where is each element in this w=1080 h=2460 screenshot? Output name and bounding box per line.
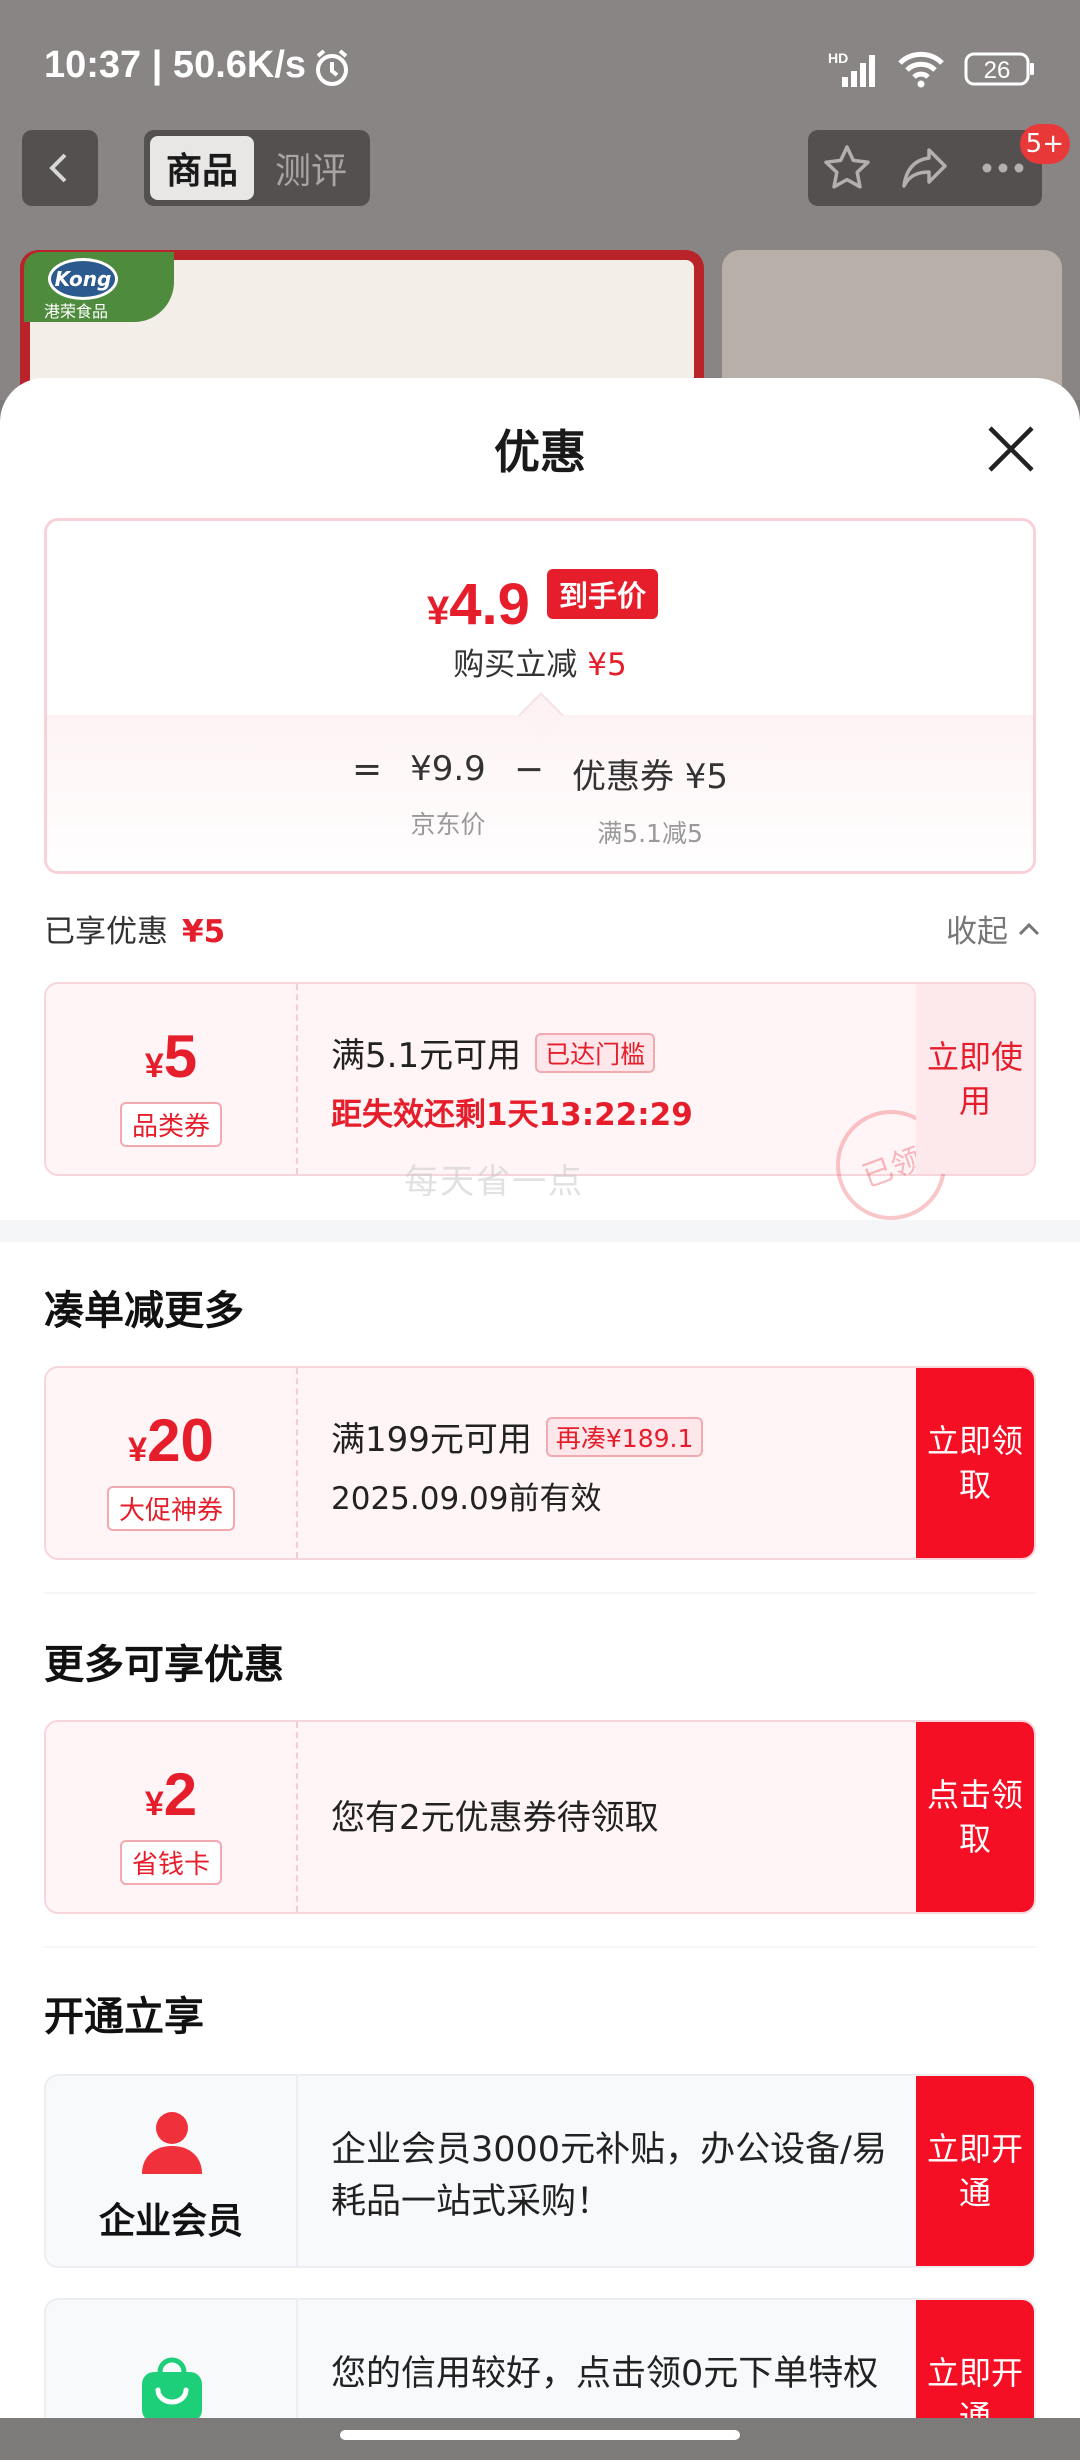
coupon-details: 满5.1元可用 已达门槛 距失效还剩1天13:22:29 bbox=[331, 1028, 904, 1134]
watermark: 每天省一点 bbox=[404, 1162, 584, 1202]
coupon-amount-value: 5 bbox=[163, 1023, 198, 1090]
sheet-title: 优惠 bbox=[494, 425, 586, 479]
tab-switcher: 商品 测评 bbox=[144, 130, 370, 206]
brand-name: 港荣食品 bbox=[44, 302, 109, 321]
tab-product[interactable]: 商品 bbox=[150, 136, 254, 200]
coupon-condition: 满5.1元可用 bbox=[331, 1036, 522, 1076]
share-icon[interactable] bbox=[899, 142, 951, 194]
status-bar: 10:37 | 50.6K/s HD 26 bbox=[0, 0, 1080, 130]
coupon-amount-value: 20 bbox=[147, 1407, 214, 1474]
enjoyed-discount: 已享优惠 ¥5 bbox=[44, 906, 225, 951]
coupon-type: 品类券 bbox=[119, 1102, 223, 1147]
chevron-up-icon bbox=[1018, 922, 1040, 935]
reduce-label: 购买立减 bbox=[453, 647, 578, 683]
shopping-bag-icon bbox=[142, 2357, 202, 2418]
top-navigation: 商品 测评 5+ bbox=[0, 124, 1080, 210]
reduce-line: 购买立减 ¥5 bbox=[47, 639, 1033, 684]
coupon-amount: ¥2 bbox=[46, 1760, 296, 1829]
gap-chip: 再凑¥189.1 bbox=[545, 1416, 704, 1457]
section-title-open-enjoy: 开通立享 bbox=[44, 1994, 204, 2040]
open-now-button[interactable]: 立即开通 bbox=[916, 2076, 1034, 2266]
notification-badge: 5+ bbox=[1019, 124, 1070, 164]
jd-price: ¥9.9 bbox=[410, 749, 486, 789]
star-icon[interactable] bbox=[821, 142, 873, 194]
status-icons: HD 26 bbox=[828, 44, 1036, 94]
network-label: HD bbox=[828, 50, 848, 66]
section-title-more-savings: 凑单减更多 bbox=[44, 1288, 244, 1334]
coupon-value-block: ¥2 省钱卡 bbox=[46, 1722, 298, 1912]
battery-icon: 26 bbox=[964, 52, 1034, 86]
battery-level: 26 bbox=[984, 57, 1011, 84]
alarm-icon bbox=[316, 49, 348, 86]
section-divider bbox=[0, 1220, 1080, 1242]
credit-description: 您的信用较好，点击领0元下单特权 bbox=[331, 2354, 879, 2394]
price-formula: = ¥9.9 京东价 − 优惠券 ¥5 满5.1减5 bbox=[47, 749, 1033, 850]
tab-review[interactable]: 测评 bbox=[258, 136, 364, 200]
home-indicator[interactable] bbox=[340, 2430, 740, 2440]
currency-symbol: ¥ bbox=[427, 589, 450, 633]
coupon-rule: 满5.1减5 bbox=[597, 819, 703, 848]
promo-coupon: ¥20 大促神券 满199元可用 再凑¥189.1 2025.09.09前有效 … bbox=[44, 1366, 1036, 1560]
coupon-amount: ¥20 bbox=[46, 1406, 296, 1475]
coupon-value-block: ¥5 品类券 bbox=[46, 984, 298, 1174]
coupon-deduction: 优惠券 ¥5 bbox=[571, 757, 729, 797]
use-now-button[interactable]: 立即使用 bbox=[916, 984, 1034, 1174]
back-button[interactable] bbox=[22, 130, 98, 206]
close-icon[interactable] bbox=[984, 422, 1038, 476]
coupon-type: 省钱卡 bbox=[119, 1840, 223, 1885]
coupon-details: 您有2元优惠券待领取 bbox=[331, 1790, 904, 1839]
claimed-coupon: ¥5 品类券 满5.1元可用 已达门槛 距失效还剩1天13:22:29 已领 立… bbox=[44, 982, 1036, 1236]
reduce-value: ¥5 bbox=[587, 647, 627, 683]
price-breakdown-card: ¥4.9 到手价 购买立减 ¥5 = ¥9.9 京东价 − 优惠券 ¥5 满5.1… bbox=[44, 518, 1036, 874]
coupon-details: 满199元可用 再凑¥189.1 2025.09.09前有效 bbox=[331, 1412, 904, 1518]
enterprise-member-card: 企业会员 企业会员3000元补贴，办公设备/易耗品一站式采购！ 立即开通 bbox=[44, 2074, 1036, 2268]
member-description: 企业会员3000元补贴，办公设备/易耗品一站式采购！ bbox=[331, 2130, 887, 2222]
credit-privilege-card: 您的信用较好，点击领0元下单特权 立即开通 bbox=[44, 2298, 1036, 2418]
currency-symbol: ¥ bbox=[144, 1785, 164, 1823]
threshold-chip: 已达门槛 bbox=[535, 1032, 656, 1073]
wifi-icon bbox=[898, 51, 944, 88]
coupon-expiry: 2025.09.09前有效 bbox=[331, 1481, 602, 1517]
currency-symbol: ¥ bbox=[128, 1431, 148, 1469]
minus-sign: − bbox=[513, 749, 544, 790]
coupon-condition: 满199元可用 bbox=[331, 1420, 532, 1460]
member-icon-block: 企业会员 bbox=[46, 2076, 298, 2266]
coupon-countdown: 距失效还剩1天13:22:29 bbox=[331, 1097, 693, 1133]
claim-now-button[interactable]: 立即领取 bbox=[916, 1368, 1034, 1558]
coupon-value-block: ¥20 大促神券 bbox=[46, 1368, 298, 1558]
final-price-value: 4.9 bbox=[449, 572, 530, 637]
chevron-left-icon bbox=[49, 153, 67, 183]
member-icon-block bbox=[46, 2300, 298, 2418]
system-nav-bar bbox=[0, 2418, 1080, 2460]
section-title-more-offers: 更多可享优惠 bbox=[44, 1642, 284, 1688]
divider-line bbox=[44, 1592, 1036, 1594]
savings-card-coupon: ¥2 省钱卡 您有2元优惠券待领取 点击领取 bbox=[44, 1720, 1036, 1914]
open-now-button[interactable]: 立即开通 bbox=[916, 2300, 1034, 2418]
status-time: 10:37 | 50.6K/s bbox=[44, 44, 307, 86]
currency-symbol: ¥ bbox=[144, 1047, 164, 1085]
equals-sign: = bbox=[351, 749, 383, 790]
coupon-amount-value: 2 bbox=[163, 1761, 198, 1828]
action-bar bbox=[808, 130, 1042, 206]
collapse-label: 收起 bbox=[946, 914, 1008, 950]
enjoyed-label: 已享优惠 bbox=[44, 914, 168, 950]
final-price: ¥4.9 bbox=[427, 571, 530, 638]
signal-icon: HD bbox=[828, 50, 875, 87]
coupon-type: 大促神券 bbox=[106, 1486, 236, 1531]
collapse-button[interactable]: 收起 bbox=[946, 906, 1040, 951]
person-icon bbox=[142, 2112, 202, 2174]
discount-sheet: 优惠 ¥4.9 到手价 购买立减 ¥5 = ¥9.9 京东价 − 优惠券 ¥5 满… bbox=[0, 378, 1080, 2418]
brand-logo: Kong bbox=[48, 258, 118, 300]
coupon-amount: ¥5 bbox=[46, 1022, 296, 1091]
divider-line bbox=[44, 1946, 1036, 1948]
click-claim-button[interactable]: 点击领取 bbox=[916, 1722, 1034, 1912]
final-price-tag: 到手价 bbox=[547, 569, 659, 619]
member-label: 企业会员 bbox=[98, 2201, 243, 2242]
enjoyed-value: ¥5 bbox=[182, 914, 226, 950]
jd-price-label: 京东价 bbox=[410, 810, 486, 839]
coupon-description: 您有2元优惠券待领取 bbox=[331, 1798, 659, 1838]
